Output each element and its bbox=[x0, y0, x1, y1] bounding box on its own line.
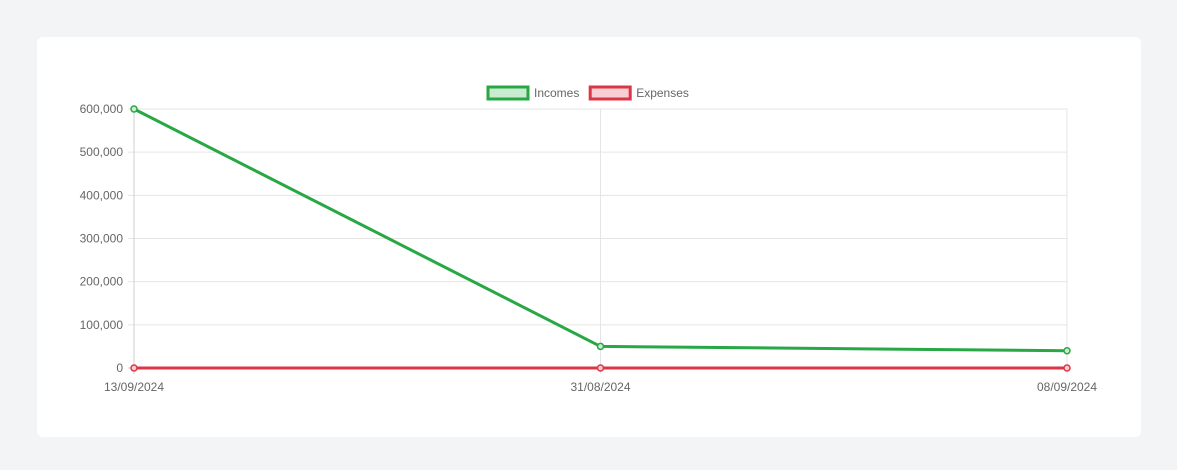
chart-grid bbox=[128, 108, 1068, 374]
x-tick-label: 13/09/2024 bbox=[104, 380, 164, 394]
chart-card: Incomes Expenses 600,000 500,000 400,000 300… bbox=[37, 37, 1141, 437]
data-point-expenses bbox=[1063, 364, 1071, 372]
y-tick-label: 100,000 bbox=[80, 318, 124, 332]
x-tick-label: 31/08/2024 bbox=[570, 380, 630, 394]
y-tick-label: 500,000 bbox=[80, 145, 124, 159]
legend-label-expenses: Expenses bbox=[636, 86, 689, 100]
data-point-incomes bbox=[596, 342, 605, 351]
legend-swatch-expenses bbox=[588, 85, 632, 101]
data-point-expenses bbox=[596, 364, 605, 372]
y-tick-label: 0 bbox=[116, 361, 123, 375]
y-axis: 600,000 500,000 400,000 300,000 200,000 100,0… bbox=[80, 102, 124, 375]
data-point-incomes bbox=[1063, 346, 1071, 355]
x-axis: 13/09/2024 31/08/2024 08/09/2024 bbox=[104, 380, 1097, 394]
line-chart: Incomes Expenses 600,000 500,000 400,000 300… bbox=[80, 85, 1097, 394]
legend-swatch-incomes bbox=[486, 85, 530, 101]
y-tick-label: 400,000 bbox=[80, 188, 124, 202]
y-tick-label: 300,000 bbox=[80, 232, 124, 246]
data-point-expenses bbox=[130, 364, 138, 372]
y-tick-label: 200,000 bbox=[80, 275, 124, 289]
legend-label-incomes: Incomes bbox=[534, 86, 579, 100]
chart-legend: Incomes Expenses bbox=[486, 85, 689, 101]
data-point-incomes bbox=[130, 105, 138, 113]
x-tick-label: 08/09/2024 bbox=[1037, 380, 1097, 394]
y-tick-label: 600,000 bbox=[80, 102, 124, 116]
